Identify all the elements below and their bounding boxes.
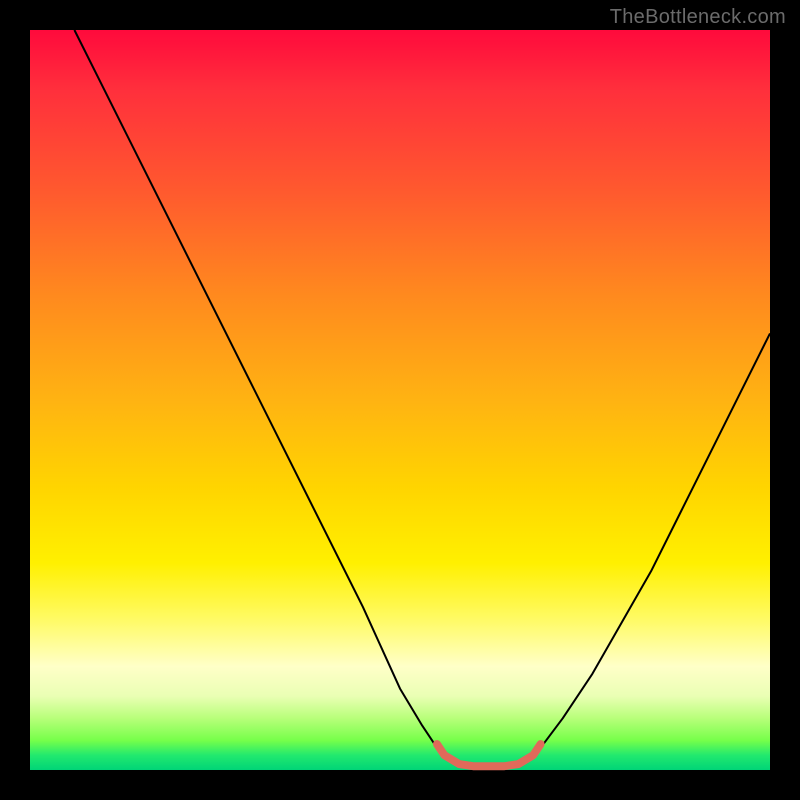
series-left-curve	[74, 30, 451, 763]
plot-area	[30, 30, 770, 770]
series-right-curve	[526, 333, 770, 762]
series-trough-highlight	[437, 744, 541, 766]
chart-frame: TheBottleneck.com	[0, 0, 800, 800]
watermark-text: TheBottleneck.com	[610, 6, 786, 29]
chart-svg	[30, 30, 770, 770]
